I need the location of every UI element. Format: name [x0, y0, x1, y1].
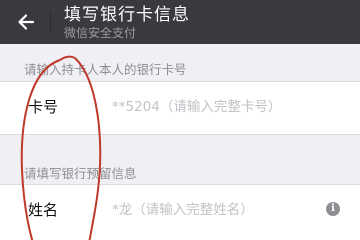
page-title: 填写银行卡信息: [64, 5, 190, 25]
card-number-input[interactable]: [112, 92, 332, 122]
back-arrow-icon: [18, 14, 35, 30]
card-number-row[interactable]: 卡号: [0, 81, 360, 135]
name-input[interactable]: [112, 195, 332, 225]
top-bar: 填写银行卡信息 微信安全支付: [0, 0, 360, 44]
bank-card-form-screen: 填写银行卡信息 微信安全支付 请输入持卡人本人的银行卡号 卡号 请填写银行预留信…: [0, 0, 360, 240]
card-section-label: 请输入持卡人本人的银行卡号: [24, 62, 187, 77]
card-number-label: 卡号: [28, 98, 59, 116]
header-divider: [50, 12, 51, 32]
info-icon[interactable]: i: [326, 202, 340, 216]
name-label: 姓名: [28, 201, 59, 219]
info-section-label: 请填写银行预留信息: [24, 166, 137, 181]
name-row[interactable]: 姓名 i: [0, 184, 360, 240]
back-button[interactable]: [6, 4, 46, 40]
page-subtitle: 微信安全支付: [64, 26, 137, 40]
